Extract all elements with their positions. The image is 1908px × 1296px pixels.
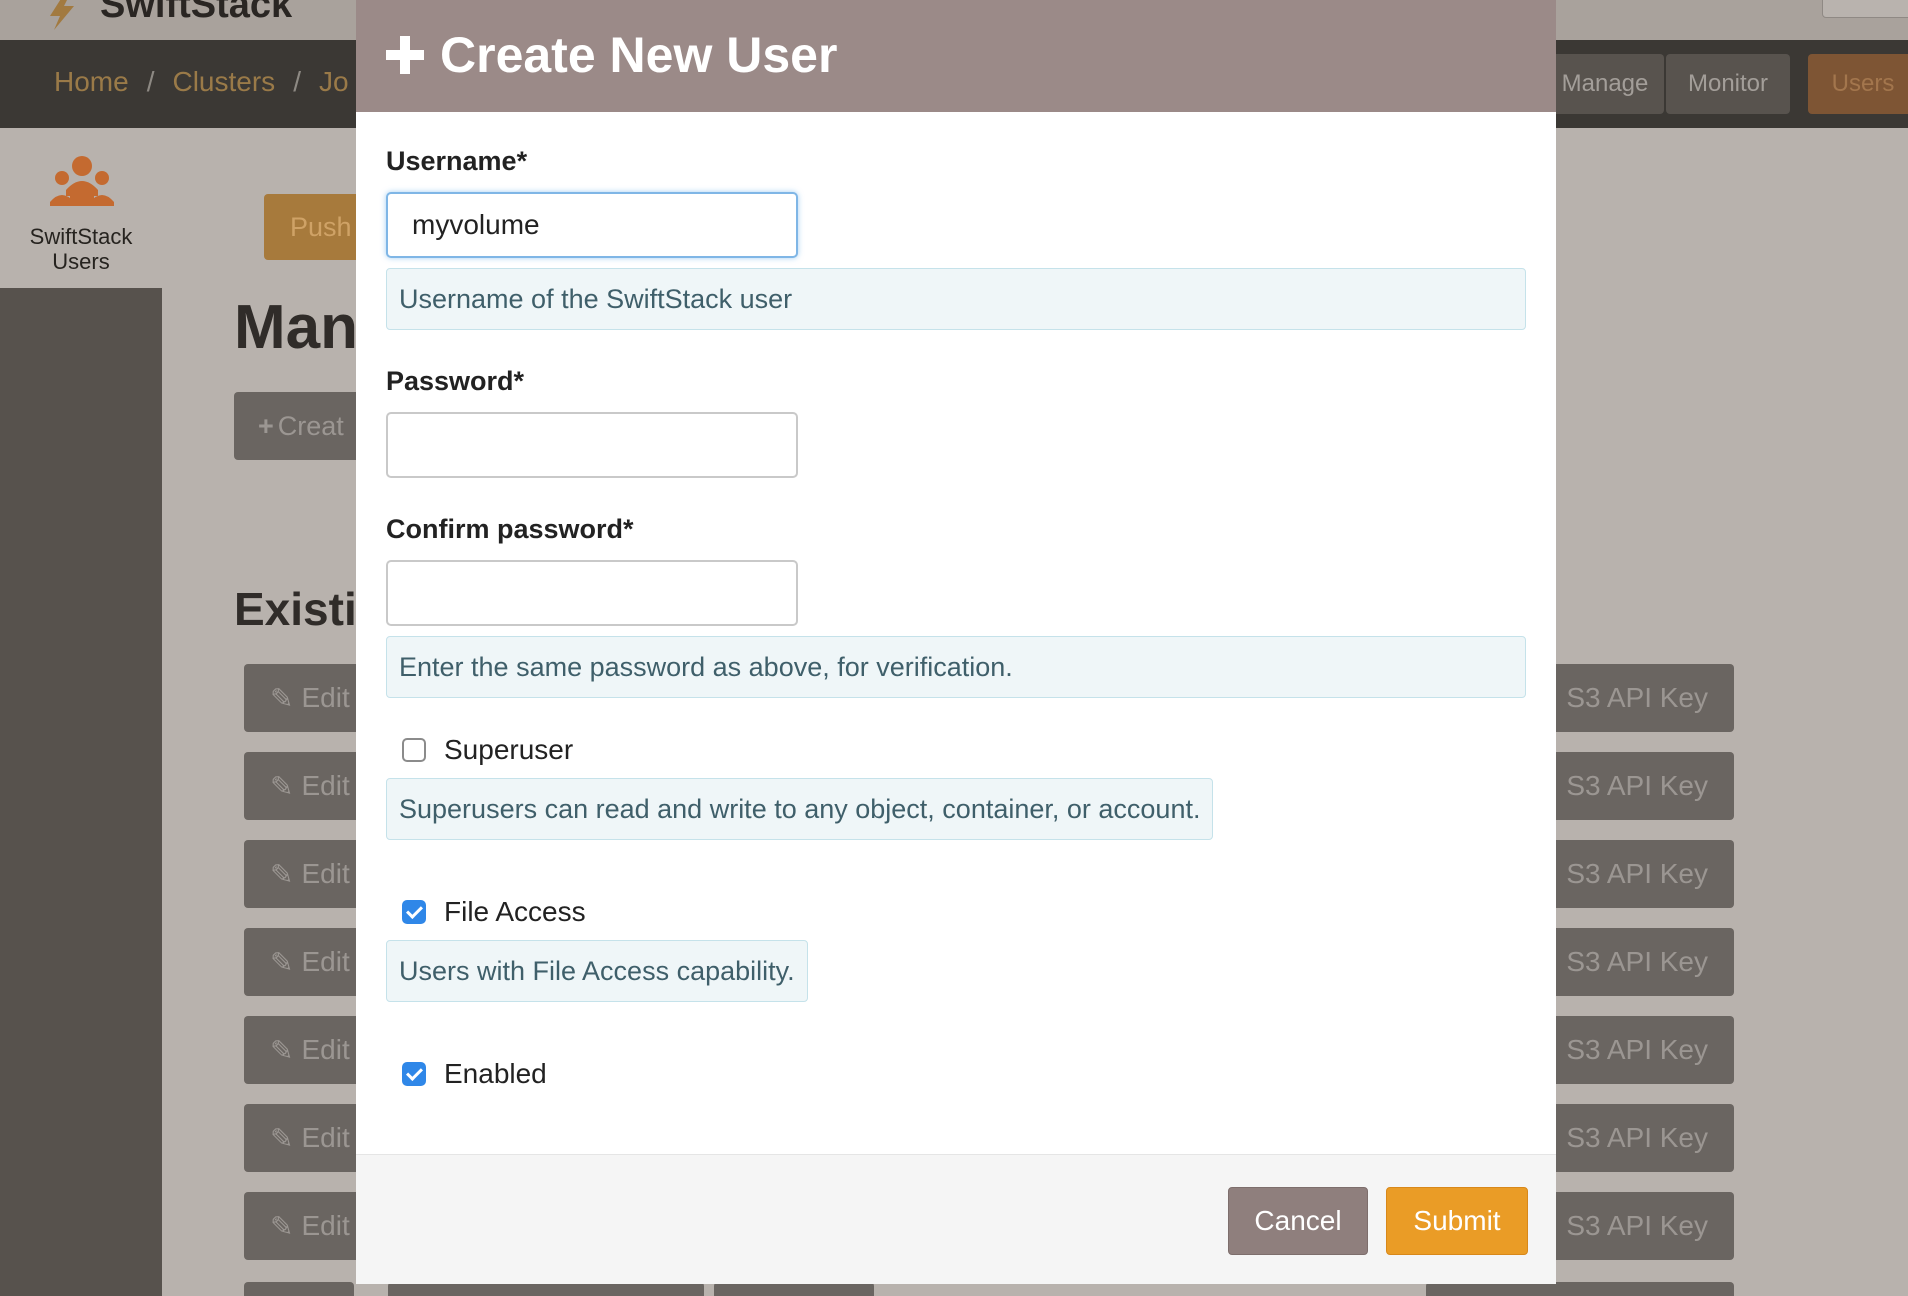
- confirm-password-input[interactable]: [386, 560, 798, 626]
- modal-title-text: Create New User: [440, 27, 838, 83]
- password-label: Password*: [386, 366, 525, 396]
- sidebar-item-swiftstack-users[interactable]: SwiftStack Users: [0, 128, 162, 288]
- modal-header: Create New User: [356, 0, 1556, 112]
- confirm-password-label: Confirm password*: [386, 514, 634, 544]
- cancel-button[interactable]: Cancel: [1228, 1187, 1368, 1255]
- edit-icon: ✎: [270, 858, 294, 890]
- username-input[interactable]: [386, 192, 798, 258]
- s3-api-key-button[interactable]: S3 API Key: [1530, 1104, 1734, 1172]
- file-access-help: Users with File Access capability.: [386, 940, 808, 1002]
- file-access-option[interactable]: File Access: [402, 896, 586, 928]
- monitor-button[interactable]: Monitor: [1666, 54, 1790, 114]
- modal-footer: [356, 1154, 1556, 1284]
- s3-api-key-button[interactable]: S3 API Key: [1530, 664, 1734, 732]
- users-button[interactable]: Users: [1808, 54, 1908, 114]
- edit-icon: ✎: [270, 1210, 294, 1242]
- breadcrumb-home[interactable]: Home: [54, 66, 129, 98]
- plus-icon: +: [258, 410, 274, 441]
- sidebar-item-label: SwiftStack Users: [29, 224, 133, 274]
- manage-button[interactable]: Manage: [1546, 54, 1664, 114]
- table-row-stub: [1426, 1282, 1734, 1296]
- edit-icon: ✎: [270, 946, 294, 978]
- file-access-checkbox[interactable]: [402, 900, 426, 924]
- superuser-checkbox[interactable]: [402, 738, 426, 762]
- sidebar: [0, 128, 162, 1296]
- edit-button-label: Edit: [301, 1034, 350, 1065]
- table-row-stub: [388, 1282, 704, 1296]
- s3-api-key-button[interactable]: S3 API Key: [1530, 1192, 1734, 1260]
- table-row-stub: [714, 1282, 874, 1296]
- enabled-checkbox[interactable]: [402, 1062, 426, 1086]
- file-access-label: File Access: [444, 896, 586, 927]
- edit-button-label: Edit: [301, 946, 350, 977]
- edit-button[interactable]: ✎ Edit: [244, 928, 364, 996]
- breadcrumb: Home / Clusters / Jo: [54, 66, 349, 98]
- logo-bolt-icon: [50, 0, 74, 30]
- edit-button[interactable]: ✎ Edit: [244, 840, 364, 908]
- logo-text: SwiftStack: [100, 0, 293, 26]
- edit-button[interactable]: ✎ Edit: [244, 1104, 364, 1172]
- breadcrumb-separator: /: [146, 66, 155, 97]
- edit-button-label: Edit: [301, 682, 350, 713]
- breadcrumb-clusters[interactable]: Clusters: [172, 66, 275, 98]
- modal-title: Create New User: [386, 26, 837, 84]
- s3-api-key-button[interactable]: S3 API Key: [1530, 928, 1734, 996]
- s3-api-key-button[interactable]: S3 API Key: [1530, 1016, 1734, 1084]
- edit-icon: ✎: [270, 1122, 294, 1154]
- create-user-modal: Create New User Username* Username of th…: [356, 0, 1556, 1284]
- username-help: Username of the SwiftStack user: [386, 268, 1526, 330]
- edit-icon: ✎: [270, 1034, 294, 1066]
- page-title: Man: [234, 293, 358, 362]
- enabled-label: Enabled: [444, 1058, 547, 1089]
- edit-icon: ✎: [270, 770, 294, 802]
- edit-button[interactable]: ✎ Edit: [244, 1016, 364, 1084]
- edit-button[interactable]: ✎ Edit: [244, 1192, 364, 1260]
- edit-button-label: Edit: [301, 770, 350, 801]
- confirm-password-help: Enter the same password as above, for ve…: [386, 636, 1526, 698]
- username-label: Username*: [386, 146, 528, 176]
- top-search-input[interactable]: [1822, 0, 1908, 18]
- enabled-option[interactable]: Enabled: [402, 1058, 547, 1090]
- create-user-button-label: Creat: [277, 410, 344, 441]
- edit-button[interactable]: ✎ Edit: [244, 664, 364, 732]
- password-input[interactable]: [386, 412, 798, 478]
- breadcrumb-separator: /: [293, 66, 301, 97]
- breadcrumb-cluster[interactable]: Jo: [319, 66, 349, 98]
- s3-api-key-button[interactable]: S3 API Key: [1530, 840, 1734, 908]
- plus-icon: [386, 36, 424, 74]
- submit-button[interactable]: Submit: [1386, 1187, 1528, 1255]
- edit-button-label: Edit: [301, 1122, 350, 1153]
- existing-users-heading: Existi: [234, 583, 357, 635]
- superuser-help: Superusers can read and write to any obj…: [386, 778, 1214, 840]
- s3-api-key-button[interactable]: S3 API Key: [1530, 752, 1734, 820]
- superuser-option[interactable]: Superuser: [402, 734, 573, 766]
- superuser-label: Superuser: [444, 734, 574, 765]
- users-icon: [50, 156, 114, 206]
- table-row-stub: [244, 1282, 354, 1296]
- edit-button-label: Edit: [301, 1210, 350, 1241]
- edit-icon: ✎: [270, 682, 294, 714]
- edit-button-label: Edit: [301, 858, 350, 889]
- edit-button[interactable]: ✎ Edit: [244, 752, 364, 820]
